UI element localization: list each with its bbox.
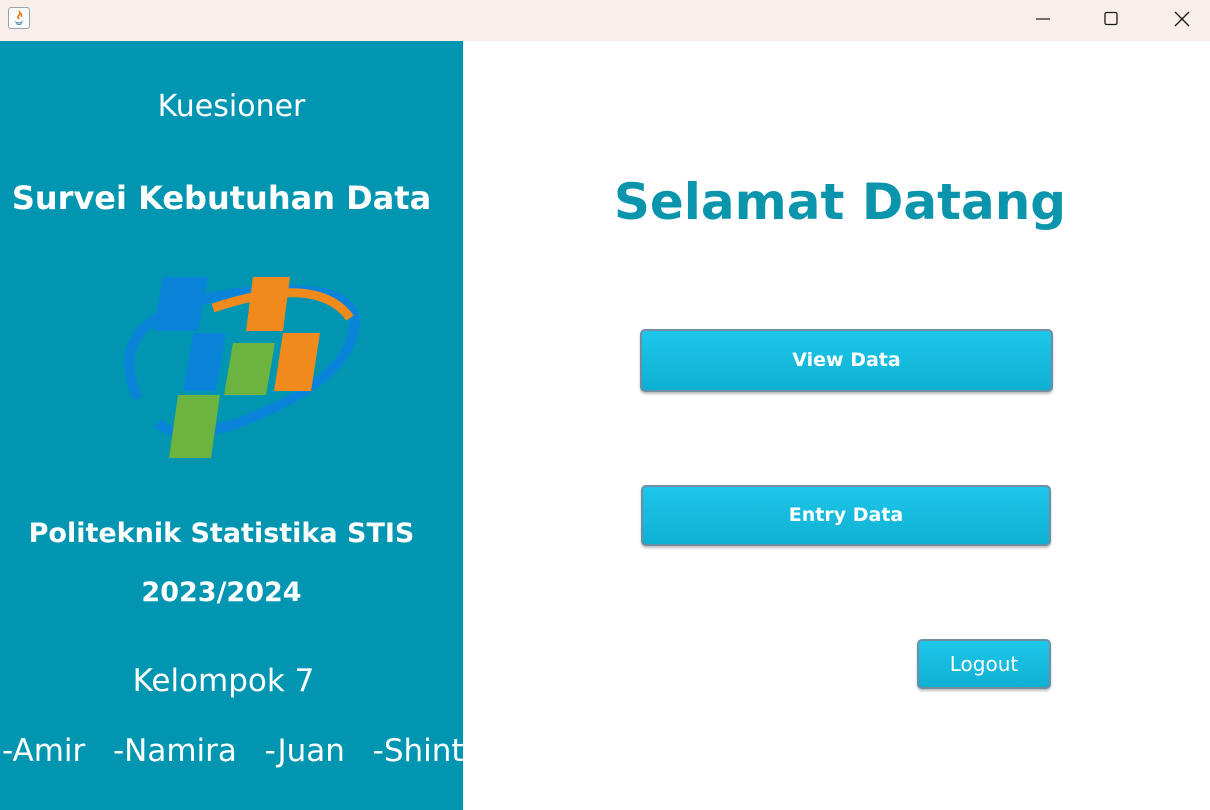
kuesioner-label: Kuesioner: [157, 89, 306, 124]
academic-year: 2023/2024: [141, 577, 302, 608]
minimize-icon: [1036, 18, 1050, 20]
maximize-icon: [1104, 11, 1118, 26]
survey-title: Survei Kebutuhan Data: [11, 179, 432, 217]
logout-button[interactable]: Logout: [917, 639, 1051, 689]
close-button[interactable]: [1159, 0, 1205, 38]
close-icon: [1174, 11, 1190, 27]
welcome-heading: Selamat Datang: [613, 173, 1067, 231]
bps-logo: [124, 277, 360, 458]
java-icon: [8, 7, 30, 29]
maximize-button[interactable]: [1088, 0, 1134, 38]
view-data-button[interactable]: View Data: [640, 329, 1053, 392]
group-members: -Amir -Namira -Juan -Shinta: [2, 733, 483, 769]
minimize-button[interactable]: [1020, 0, 1066, 38]
institution-name: Politeknik Statistika STIS: [28, 518, 415, 549]
sidebar-panel: Kuesioner Survei Kebutuhan Data Politekn…: [0, 41, 483, 810]
group-label: Kelompok 7: [132, 663, 315, 699]
entry-data-button[interactable]: Entry Data: [641, 485, 1051, 546]
window-titlebar: [0, 0, 1210, 41]
